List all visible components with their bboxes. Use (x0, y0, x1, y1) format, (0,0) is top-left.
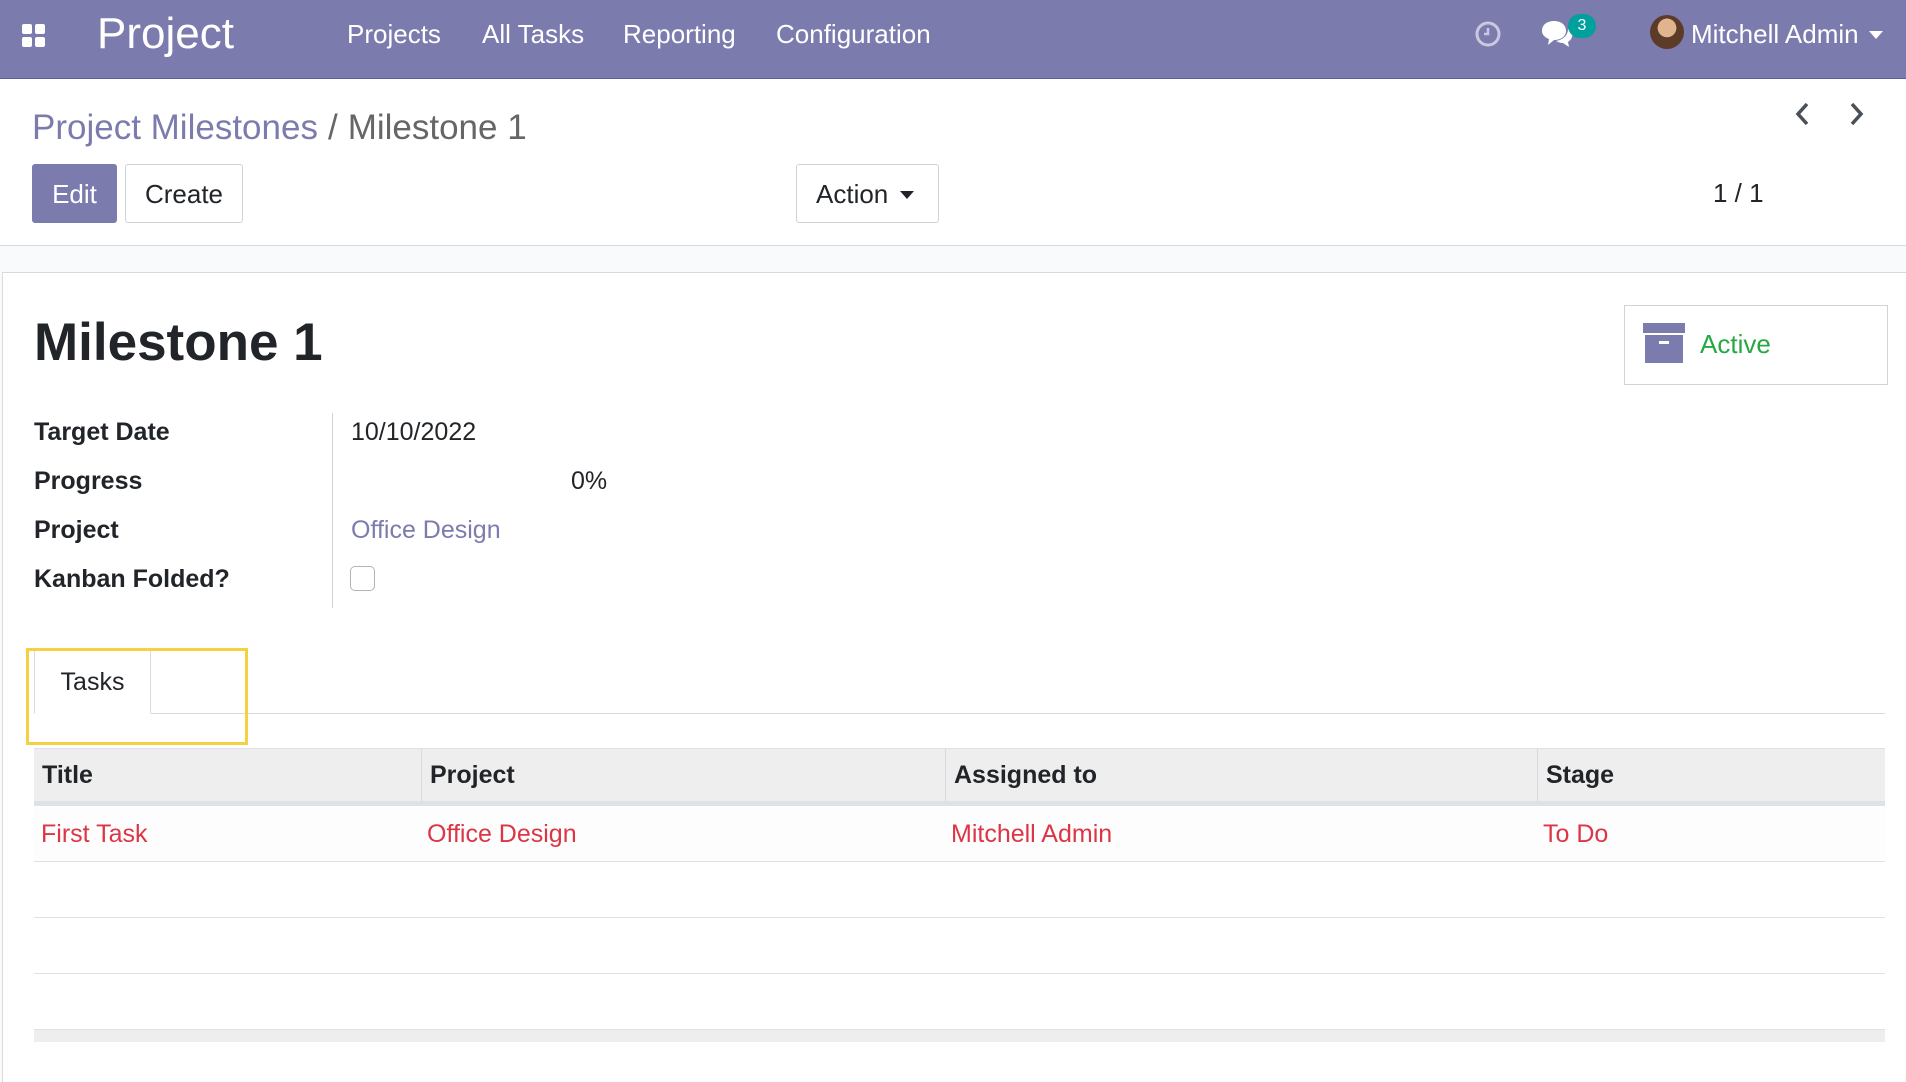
caret-down-icon (900, 191, 915, 199)
chevron-left-icon[interactable] (1793, 101, 1811, 132)
target-date-label: Target Date (34, 418, 170, 446)
apps-menu-icon[interactable] (22, 24, 46, 48)
table-footer (34, 1029, 1885, 1042)
column-header-title[interactable]: Title (34, 749, 421, 802)
progress-label: Progress (34, 467, 143, 495)
menu-all-tasks[interactable]: All Tasks (482, 18, 584, 50)
progress-value: 0% (571, 467, 608, 495)
menu-reporting[interactable]: Reporting (623, 18, 736, 50)
edit-button[interactable]: Edit (32, 164, 117, 223)
table-header: Title Project Assigned to Stage (34, 748, 1885, 806)
chevron-down-icon[interactable] (1869, 31, 1883, 39)
action-label: Action (816, 179, 889, 209)
cell-project[interactable]: Office Design (427, 806, 577, 862)
breadcrumb-parent-link[interactable]: Project Milestones (32, 108, 318, 147)
archive-icon (1642, 322, 1686, 369)
cell-stage[interactable]: To Do (1543, 806, 1608, 862)
chevron-right-icon[interactable] (1848, 101, 1866, 132)
top-navbar: Project Projects All Tasks Reporting Con… (0, 0, 1906, 79)
app-title[interactable]: Project (97, 8, 234, 60)
create-button[interactable]: Create (125, 164, 243, 223)
empty-row (34, 862, 1885, 918)
clock-icon[interactable] (1474, 20, 1502, 53)
kanban-folded-checkbox[interactable] (350, 566, 375, 591)
empty-row (34, 974, 1885, 1030)
target-date-value: 10/10/2022 (351, 418, 477, 446)
tab-tasks[interactable]: Tasks (34, 650, 151, 714)
kanban-folded-label: Kanban Folded? (34, 565, 230, 593)
field-separator (332, 413, 333, 608)
action-dropdown-button[interactable]: Action (796, 164, 939, 223)
cell-title[interactable]: First Task (41, 806, 148, 862)
empty-row (34, 918, 1885, 974)
breadcrumb: Project Milestones / Milestone 1 (32, 107, 527, 149)
record-title: Milestone 1 (34, 313, 323, 372)
project-link[interactable]: Office Design (351, 514, 501, 546)
active-label: Active (1700, 329, 1771, 359)
control-panel: Project Milestones / Milestone 1 Edit Crea… (0, 79, 1906, 246)
user-menu[interactable]: Mitchell Admin (1691, 18, 1859, 50)
column-header-assigned-to[interactable]: Assigned to (945, 749, 1537, 802)
tasks-table: Title Project Assigned to Stage First Ta… (34, 748, 1885, 1030)
cell-assigned-to[interactable]: Mitchell Admin (951, 806, 1112, 862)
column-header-project[interactable]: Project (421, 749, 945, 802)
menu-projects[interactable]: Projects (347, 18, 441, 50)
active-toggle-button[interactable]: Active (1624, 305, 1888, 385)
project-label: Project (34, 516, 119, 544)
breadcrumb-separator: / (327, 108, 338, 147)
menu-configuration[interactable]: Configuration (776, 18, 931, 50)
tab-divider (34, 713, 1885, 714)
pager-value[interactable]: 1 / 1 (1713, 177, 1764, 209)
breadcrumb-current: Milestone 1 (347, 108, 527, 147)
table-row[interactable]: First Task Office Design Mitchell Admin … (34, 806, 1885, 862)
column-header-stage[interactable]: Stage (1537, 749, 1885, 802)
chat-count-badge: 3 (1568, 14, 1596, 38)
user-avatar[interactable] (1650, 15, 1684, 49)
